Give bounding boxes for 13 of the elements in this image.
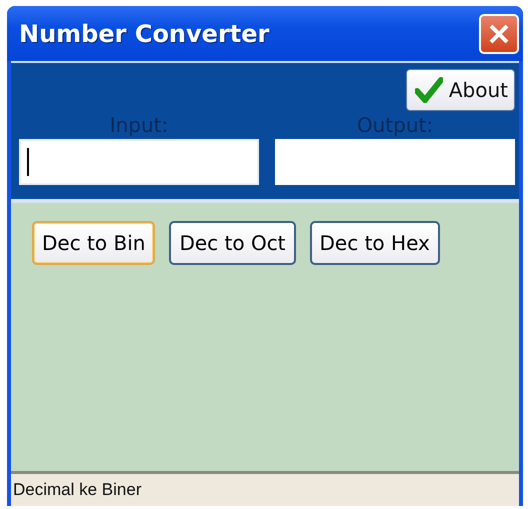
- convert-button[interactable]: Dec to Oct: [169, 221, 296, 265]
- window-title: Number Converter: [19, 20, 270, 48]
- checkmark-icon: [414, 77, 443, 103]
- status-text: Decimal ke Biner: [13, 480, 142, 500]
- field-label: Output:: [356, 113, 434, 137]
- input-field[interactable]: [19, 139, 259, 185]
- about-button[interactable]: About: [406, 69, 515, 111]
- field-label: Input:: [110, 113, 168, 137]
- text-cursor: [27, 148, 29, 176]
- convert-button[interactable]: Dec to Bin: [32, 221, 156, 265]
- convert-button[interactable]: Dec to Hex: [310, 221, 440, 265]
- close-button[interactable]: [479, 14, 519, 54]
- close-icon: [488, 22, 510, 44]
